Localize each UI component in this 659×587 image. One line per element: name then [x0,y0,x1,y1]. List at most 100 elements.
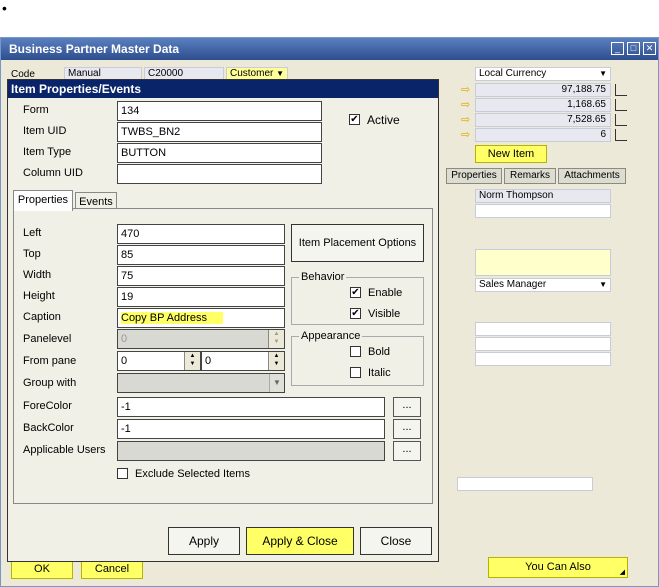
orders-field: 7,528.65 [475,113,611,127]
bar-chart-icon[interactable] [615,84,627,96]
top-input[interactable]: 85 [117,245,285,265]
opportunities-field: 6 [475,128,611,142]
from-pane-spinner[interactable]: ▲ ▼ [184,352,200,370]
visible-checkbox[interactable]: ✔ [350,308,361,319]
enable-checkbox[interactable]: ✔ [350,287,361,298]
width-input[interactable]: 75 [117,266,285,286]
from-pane-input[interactable]: 0 ▲ ▼ [117,351,201,371]
bar-chart-icon[interactable] [615,99,627,111]
minimize-icon[interactable]: _ [611,42,624,55]
caption-value: Copy BP Address [121,312,224,324]
bold-checkbox[interactable] [350,346,361,357]
column-uid-input[interactable] [117,164,322,184]
cancel-button[interactable]: Cancel [81,559,143,579]
close-button[interactable]: Close [360,527,432,555]
active-checkbox[interactable]: ✔ [349,114,360,125]
enable-label: Enable [368,287,403,299]
apply-and-close-button[interactable]: Apply & Close [246,527,354,555]
position-value: Sales Manager [479,279,547,290]
panelevel-spinner[interactable]: ▲ ▼ [268,330,284,348]
backcolor-label: BackColor [23,422,74,434]
contact-name-field[interactable]: Norm Thompson [475,189,611,203]
apply-button[interactable]: Apply [168,527,240,555]
link-arrow-icon[interactable]: ⇨ [461,100,473,111]
form-label: Form [23,104,49,116]
exclude-selected-checkbox[interactable] [117,468,128,479]
corner-triangle-icon: ◢ [619,569,625,576]
maximize-icon[interactable]: □ [627,42,640,55]
forecolor-label: ForeColor [23,400,72,412]
behavior-label: Behavior [299,271,347,284]
exclude-selected-label: Exclude Selected Items [135,468,250,480]
group-with-select[interactable]: ▼ [117,373,285,393]
email-field[interactable] [475,352,611,366]
top-label: Top [23,248,41,260]
applicable-users-input[interactable] [117,441,385,461]
visible-label: Visible [368,308,401,320]
remarks-field[interactable] [457,477,593,491]
chevron-down-icon: ▼ [599,280,607,289]
chevron-down-icon: ▼ [599,69,607,78]
caption-input[interactable]: Copy BP Address [117,308,285,328]
position-select[interactable]: Sales Manager ▼ [475,278,611,292]
from-pane-value: 0 [121,355,128,367]
bullet: • [2,0,7,16]
you-can-also-label: You Can Also [525,561,591,573]
applicable-users-button[interactable]: ... [393,441,421,461]
forecolor-input[interactable]: -1 [117,397,385,417]
left-input[interactable]: 470 [117,224,285,244]
link-arrow-icon[interactable]: ⇨ [461,85,473,96]
phone-field[interactable] [475,322,611,336]
backcolor-input[interactable]: -1 [117,419,385,439]
contact-address-field[interactable] [475,249,611,276]
item-type-input[interactable]: BUTTON [117,143,322,163]
bar-chart-icon[interactable] [615,114,627,126]
column-uid-label: Column UID [23,167,83,179]
italic-checkbox[interactable] [350,367,361,378]
panelevel-input[interactable]: 0 ▲ ▼ [117,329,285,349]
from-pane-label: From pane [23,355,77,367]
left-label: Left [23,227,42,239]
chevron-down-icon: ▼ [269,374,284,392]
item-uid-input[interactable]: TWBS_BN2 [117,122,322,142]
balance-field: 97,188.75 [475,83,611,97]
width-label: Width [23,269,52,281]
to-pane-value: 0 [205,355,212,367]
active-label: Active [367,113,400,127]
to-pane-spinner[interactable]: ▲ ▼ [268,352,284,370]
bar-chart-icon[interactable] [615,129,627,141]
height-label: Height [23,290,55,302]
dialog-title: Item Properties/Events [8,80,438,98]
forecolor-picker-button[interactable]: ... [393,397,421,417]
italic-label: Italic [368,367,391,379]
to-pane-input[interactable]: 0 ▲ ▼ [201,351,285,371]
you-can-also-button[interactable]: You Can Also ◢ [488,557,628,578]
tab-remarks[interactable]: Remarks [504,168,556,184]
backcolor-picker-button[interactable]: ... [393,419,421,439]
appearance-group [291,336,424,386]
tab-attachments[interactable]: Attachments [558,168,626,184]
group-with-label: Group with [23,377,77,389]
caption-label: Caption [23,311,61,323]
height-input[interactable]: 19 [117,287,285,307]
ok-button[interactable]: OK [11,559,73,579]
bp-window-title: Business Partner Master Data [1,38,658,60]
tab-properties[interactable]: Properties [446,168,502,184]
link-arrow-icon[interactable]: ⇨ [461,115,473,126]
link-arrow-icon[interactable]: ⇨ [461,130,473,141]
properties-panel: Left 470 Top 85 Width 75 Height 19 Capti… [13,208,433,504]
contact-field[interactable] [475,204,611,218]
new-item-button[interactable]: New Item [475,145,547,163]
appearance-label: Appearance [299,330,363,343]
panelevel-label: Panelevel [23,333,72,345]
applicable-users-label: Applicable Users [23,444,106,456]
mobile-field[interactable] [475,337,611,351]
currency-select[interactable]: Local Currency ▼ [475,67,611,81]
currency-value: Local Currency [479,68,547,79]
close-icon[interactable]: ✕ [643,42,656,55]
panelevel-value: 0 [121,333,128,345]
item-placement-options-button[interactable]: Item Placement Options [291,224,424,262]
bold-label: Bold [368,346,391,358]
form-input[interactable]: 134 [117,101,322,121]
tab-properties[interactable]: Properties [13,190,73,211]
